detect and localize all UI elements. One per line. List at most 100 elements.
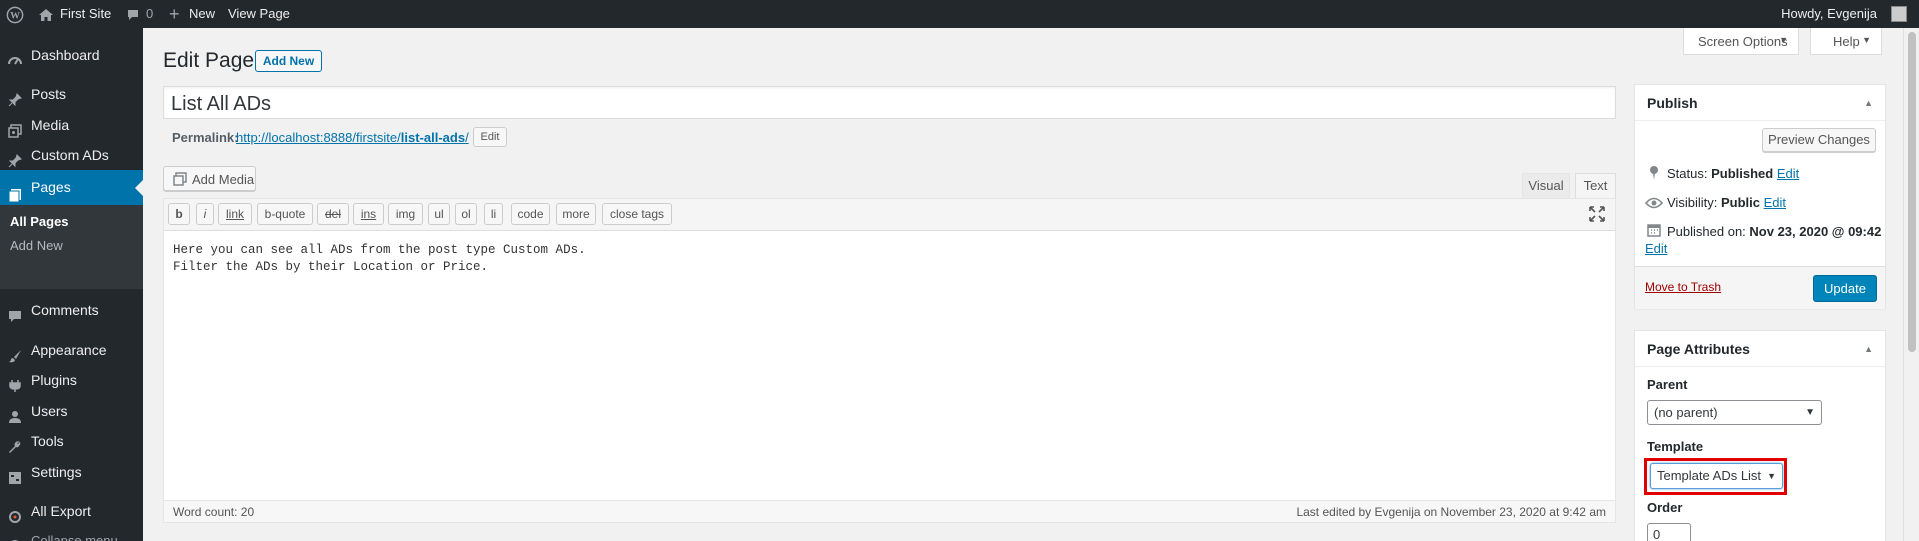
update-button[interactable]: Update: [1813, 275, 1877, 302]
media-icon: [8, 118, 22, 138]
menu-item-media[interactable]: Media: [0, 110, 143, 140]
comments-count[interactable]: 0: [146, 0, 153, 28]
order-label: Order: [1647, 500, 1683, 515]
scrollbar-thumb[interactable]: [1908, 32, 1916, 352]
caret-up-icon[interactable]: ▲: [1864, 344, 1873, 354]
pin-icon: [1647, 165, 1661, 184]
menu-item-custom-ads[interactable]: Custom ADs: [0, 140, 143, 170]
avatar[interactable]: [1891, 6, 1907, 22]
menu-label: All Export: [31, 503, 91, 519]
page-scrollbar[interactable]: [1903, 28, 1919, 541]
visibility-edit-link[interactable]: Edit: [1764, 195, 1786, 210]
menu-item-users[interactable]: Users: [0, 396, 143, 426]
qt-ins-button[interactable]: ins: [353, 203, 384, 225]
view-page-link[interactable]: View Page: [228, 0, 290, 28]
post-title-input[interactable]: List All ADs: [163, 86, 1616, 119]
preview-changes-button[interactable]: Preview Changes: [1762, 128, 1876, 152]
new-link[interactable]: New: [189, 0, 215, 28]
wordpress-logo-icon[interactable]: W: [6, 0, 24, 28]
qt-code-button[interactable]: code: [511, 203, 550, 225]
parent-select[interactable]: (no parent) ▼: [1647, 400, 1822, 425]
editor-status-bar: Word count: 20 Last edited by Evgenija o…: [164, 500, 1615, 522]
permalink-label: Permalink:: [172, 130, 239, 145]
menu-item-dashboard[interactable]: Dashboard: [0, 40, 143, 70]
menu-item-settings[interactable]: Settings: [0, 457, 143, 487]
visibility-label: Visibility:: [1667, 195, 1718, 210]
caret-down-icon: ▼: [1862, 35, 1871, 45]
tab-visual[interactable]: Visual: [1522, 173, 1570, 198]
site-name-link[interactable]: First Site: [60, 0, 111, 28]
permalink-url-base: http://localhost:8888/firstsite/: [236, 130, 401, 145]
status-label: Status:: [1667, 166, 1708, 181]
menu-item-all-export[interactable]: All Export: [0, 496, 143, 526]
menu-item-posts[interactable]: Posts: [0, 79, 143, 109]
collapse-menu-button[interactable]: Collapse menu: [0, 526, 143, 541]
site-home-icon[interactable]: [38, 0, 54, 28]
qt-img-button[interactable]: img: [388, 203, 423, 225]
qt-ol-button[interactable]: ol: [455, 203, 477, 225]
comment-icon[interactable]: [126, 0, 140, 28]
qt-li-button[interactable]: li: [484, 203, 503, 225]
howdy-user-link[interactable]: Howdy, Evgenija: [1781, 0, 1877, 28]
content-textarea[interactable]: Here you can see all ADs from the post t…: [164, 232, 1615, 500]
publish-header[interactable]: Publish ▲: [1635, 85, 1885, 121]
plus-icon[interactable]: +: [169, 0, 180, 28]
menu-label: Custom ADs: [31, 147, 109, 163]
media-icon: [173, 172, 187, 189]
menu-item-pages[interactable]: Pages: [0, 170, 143, 205]
qt-more-button[interactable]: more: [556, 203, 596, 225]
template-select[interactable]: Template ADs List ▼: [1650, 463, 1783, 489]
pages-submenu: All Pages Add New: [0, 205, 143, 289]
permalink-url[interactable]: http://localhost:8888/firstsite/list-all…: [236, 130, 469, 145]
current-arrow: [135, 180, 143, 196]
qt-italic-button[interactable]: i: [196, 203, 214, 225]
add-media-label: Add Media: [192, 172, 255, 187]
permalink-url-slug: list-all-ads: [400, 130, 466, 145]
menu-label: Users: [31, 403, 68, 419]
menu-item-appearance[interactable]: Appearance: [0, 335, 143, 365]
menu-label: Settings: [31, 464, 82, 480]
move-to-trash-link[interactable]: Move to Trash: [1645, 280, 1721, 294]
submenu-all-pages[interactable]: All Pages: [10, 214, 69, 229]
qt-link-button[interactable]: link: [218, 203, 252, 225]
template-label: Template: [1647, 439, 1704, 454]
page-attributes-title: Page Attributes: [1647, 341, 1750, 357]
chevron-down-icon: ▼: [1767, 471, 1776, 481]
menu-label: Appearance: [31, 342, 107, 358]
published-value: Nov 23, 2020 @ 09:42: [1749, 224, 1882, 239]
order-input[interactable]: 0: [1647, 523, 1691, 541]
caret-up-icon[interactable]: ▲: [1864, 98, 1873, 108]
content-line: Filter the ADs by their Location or Pric…: [173, 260, 489, 274]
menu-item-comments[interactable]: Comments: [0, 295, 143, 325]
fullscreen-icon[interactable]: [1589, 206, 1605, 225]
submenu-add-new[interactable]: Add New: [10, 238, 63, 253]
page-attributes-header[interactable]: Page Attributes ▲: [1635, 331, 1885, 367]
visibility-row: Visibility: Public Edit: [1667, 195, 1786, 210]
template-select-value: Template ADs List: [1657, 468, 1762, 483]
menu-item-tools[interactable]: Tools: [0, 426, 143, 456]
published-edit-link[interactable]: Edit: [1645, 241, 1667, 256]
menu-label: Tools: [31, 433, 64, 449]
user-icon: [8, 404, 22, 423]
add-media-button[interactable]: Add Media: [163, 166, 256, 191]
plug-icon: [8, 373, 22, 392]
last-edited: Last edited by Evgenija on November 23, …: [1296, 505, 1606, 519]
caret-down-icon: ▼: [1779, 35, 1788, 45]
menu-item-plugins[interactable]: Plugins: [0, 365, 143, 395]
qt-bquote-button[interactable]: b-quote: [257, 203, 313, 225]
dashboard-icon: [8, 48, 22, 65]
permalink-edit-button[interactable]: Edit: [473, 127, 507, 147]
screen-options-toggle[interactable]: Screen Options ▼: [1683, 28, 1799, 55]
qt-close-tags-button[interactable]: close tags: [602, 203, 672, 225]
status-edit-link[interactable]: Edit: [1777, 166, 1799, 181]
visibility-value: Public: [1720, 195, 1760, 210]
add-new-button[interactable]: Add New: [255, 50, 322, 72]
qt-bold-button[interactable]: b: [168, 203, 190, 225]
menu-label: Pages: [31, 179, 71, 195]
help-toggle[interactable]: Help ▼: [1810, 28, 1882, 55]
page-title: Edit Page: [163, 49, 255, 72]
qt-ul-button[interactable]: ul: [428, 203, 450, 225]
parent-label: Parent: [1647, 377, 1688, 392]
tab-text[interactable]: Text: [1575, 173, 1616, 199]
qt-del-button[interactable]: del: [317, 203, 349, 225]
